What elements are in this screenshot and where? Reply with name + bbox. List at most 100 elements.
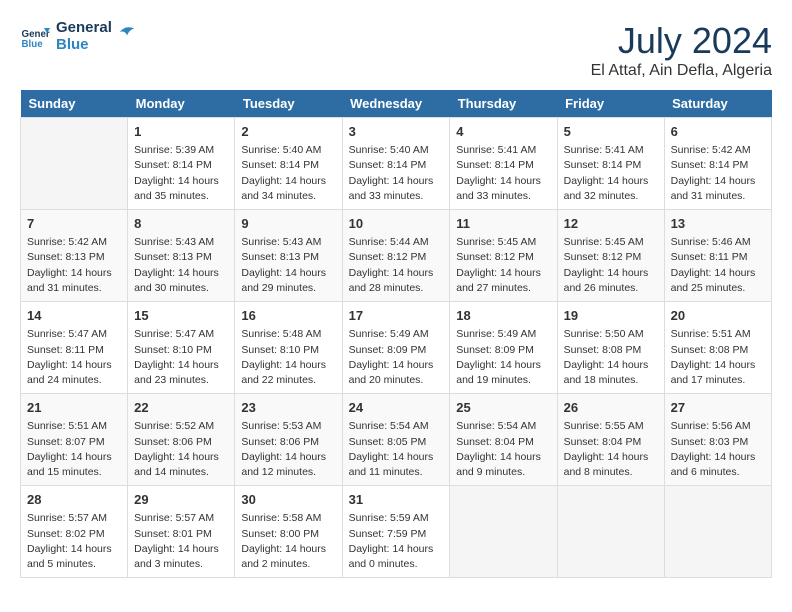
day-info: Sunrise: 5:39 AMSunset: 8:14 PMDaylight:… — [134, 143, 228, 204]
calendar-cell: 9Sunrise: 5:43 AMSunset: 8:13 PMDaylight… — [235, 210, 342, 302]
calendar-cell: 5 Sunrise: 5:41 AMSunset: 8:14 PMDaylight… — [557, 118, 664, 210]
day-number: 29 — [134, 491, 228, 509]
day-number: 25 — [456, 399, 550, 417]
weekday-header-tuesday: Tuesday — [235, 90, 342, 118]
day-info: Sunrise: 5:40 AMSunset: 8:14 PMDaylight:… — [241, 143, 335, 204]
day-info: Sunrise: 5:45 AMSunset: 8:12 PMDaylight:… — [456, 235, 550, 296]
day-info: Sunrise: 5:47 AMSunset: 8:11 PMDaylight:… — [27, 327, 121, 388]
logo-general: General — [56, 20, 112, 37]
logo: General Blue General Blue — [20, 20, 136, 53]
logo-blue: Blue — [56, 37, 112, 54]
day-number: 15 — [134, 307, 228, 325]
day-info: Sunrise: 5:46 AMSunset: 8:11 PMDaylight:… — [671, 235, 765, 296]
day-info: Sunrise: 5:41 AMSunset: 8:14 PMDaylight:… — [456, 143, 550, 204]
month-year-title: July 2024 — [591, 20, 772, 62]
day-info: Sunrise: 5:42 AMSunset: 8:13 PMDaylight:… — [27, 235, 121, 296]
day-info: Sunrise: 5:57 AMSunset: 8:02 PMDaylight:… — [27, 511, 121, 572]
calendar-cell: 16 Sunrise: 5:48 AMSunset: 8:10 PMDayligh… — [235, 302, 342, 394]
week-row-1: 1Sunrise: 5:39 AMSunset: 8:14 PMDaylight… — [21, 118, 772, 210]
calendar-cell: 1Sunrise: 5:39 AMSunset: 8:14 PMDaylight… — [128, 118, 235, 210]
calendar-cell: 10Sunrise: 5:44 AMSunset: 8:12 PMDayligh… — [342, 210, 450, 302]
calendar-cell: 24Sunrise: 5:54 AMSunset: 8:05 PMDayligh… — [342, 394, 450, 486]
weekday-header-saturday: Saturday — [664, 90, 771, 118]
calendar-cell — [21, 118, 128, 210]
day-number: 3 — [349, 123, 444, 141]
calendar-cell: 3 Sunrise: 5:40 AMSunset: 8:14 PMDaylight… — [342, 118, 450, 210]
day-number: 7 — [27, 215, 121, 233]
page-header: General Blue General Blue July 2024 El A… — [20, 20, 772, 80]
svg-text:Blue: Blue — [22, 38, 44, 49]
calendar-cell: 15 Sunrise: 5:47 AMSunset: 8:10 PMDayligh… — [128, 302, 235, 394]
week-row-4: 21 Sunrise: 5:51 AMSunset: 8:07 PMDayligh… — [21, 394, 772, 486]
day-info: Sunrise: 5:47 AMSunset: 8:10 PMDaylight:… — [134, 327, 228, 388]
day-number: 11 — [456, 215, 550, 233]
calendar-cell: 19Sunrise: 5:50 AMSunset: 8:08 PMDayligh… — [557, 302, 664, 394]
calendar-table: SundayMondayTuesdayWednesdayThursdayFrid… — [20, 90, 772, 578]
day-info: Sunrise: 5:49 AMSunset: 8:09 PMDaylight:… — [349, 327, 444, 388]
day-number: 4 — [456, 123, 550, 141]
day-number: 28 — [27, 491, 121, 509]
day-number: 27 — [671, 399, 765, 417]
week-row-5: 28 Sunrise: 5:57 AMSunset: 8:02 PMDayligh… — [21, 486, 772, 578]
location-subtitle: El Attaf, Ain Defla, Algeria — [591, 62, 772, 80]
day-info: Sunrise: 5:56 AMSunset: 8:03 PMDaylight:… — [671, 419, 765, 480]
calendar-cell: 25 Sunrise: 5:54 AMSunset: 8:04 PMDayligh… — [450, 394, 557, 486]
day-number: 12 — [564, 215, 658, 233]
calendar-cell: 28 Sunrise: 5:57 AMSunset: 8:02 PMDayligh… — [21, 486, 128, 578]
day-info: Sunrise: 5:40 AMSunset: 8:14 PMDaylight:… — [349, 143, 444, 204]
calendar-cell — [450, 486, 557, 578]
calendar-cell: 20 Sunrise: 5:51 AMSunset: 8:08 PMDayligh… — [664, 302, 771, 394]
calendar-cell: 13 Sunrise: 5:46 AMSunset: 8:11 PMDayligh… — [664, 210, 771, 302]
calendar-cell: 21 Sunrise: 5:51 AMSunset: 8:07 PMDayligh… — [21, 394, 128, 486]
calendar-cell: 14Sunrise: 5:47 AMSunset: 8:11 PMDayligh… — [21, 302, 128, 394]
calendar-cell: 12Sunrise: 5:45 AMSunset: 8:12 PMDayligh… — [557, 210, 664, 302]
day-info: Sunrise: 5:43 AMSunset: 8:13 PMDaylight:… — [134, 235, 228, 296]
day-info: Sunrise: 5:51 AMSunset: 8:08 PMDaylight:… — [671, 327, 765, 388]
calendar-cell: 8 Sunrise: 5:43 AMSunset: 8:13 PMDaylight… — [128, 210, 235, 302]
calendar-cell: 6Sunrise: 5:42 AMSunset: 8:14 PMDaylight… — [664, 118, 771, 210]
calendar-cell: 18Sunrise: 5:49 AMSunset: 8:09 PMDayligh… — [450, 302, 557, 394]
day-info: Sunrise: 5:43 AMSunset: 8:13 PMDaylight:… — [241, 235, 335, 296]
day-info: Sunrise: 5:58 AMSunset: 8:00 PMDaylight:… — [241, 511, 335, 572]
week-row-3: 14Sunrise: 5:47 AMSunset: 8:11 PMDayligh… — [21, 302, 772, 394]
day-number: 26 — [564, 399, 658, 417]
day-number: 13 — [671, 215, 765, 233]
calendar-cell: 27 Sunrise: 5:56 AMSunset: 8:03 PMDayligh… — [664, 394, 771, 486]
day-number: 31 — [349, 491, 444, 509]
day-info: Sunrise: 5:51 AMSunset: 8:07 PMDaylight:… — [27, 419, 121, 480]
day-number: 2 — [241, 123, 335, 141]
calendar-cell: 23Sunrise: 5:53 AMSunset: 8:06 PMDayligh… — [235, 394, 342, 486]
calendar-cell: 4 Sunrise: 5:41 AMSunset: 8:14 PMDaylight… — [450, 118, 557, 210]
day-info: Sunrise: 5:53 AMSunset: 8:06 PMDaylight:… — [241, 419, 335, 480]
day-info: Sunrise: 5:52 AMSunset: 8:06 PMDaylight:… — [134, 419, 228, 480]
day-info: Sunrise: 5:54 AMSunset: 8:04 PMDaylight:… — [456, 419, 550, 480]
weekday-header-wednesday: Wednesday — [342, 90, 450, 118]
weekday-header-sunday: Sunday — [21, 90, 128, 118]
calendar-cell: 17 Sunrise: 5:49 AMSunset: 8:09 PMDayligh… — [342, 302, 450, 394]
calendar-cell: 2 Sunrise: 5:40 AMSunset: 8:14 PMDaylight… — [235, 118, 342, 210]
title-block: July 2024 El Attaf, Ain Defla, Algeria — [591, 20, 772, 80]
day-number: 20 — [671, 307, 765, 325]
calendar-cell: 26 Sunrise: 5:55 AMSunset: 8:04 PMDayligh… — [557, 394, 664, 486]
day-number: 30 — [241, 491, 335, 509]
logo-bird-icon — [118, 23, 136, 41]
calendar-cell: 11 Sunrise: 5:45 AMSunset: 8:12 PMDayligh… — [450, 210, 557, 302]
day-number: 16 — [241, 307, 335, 325]
weekday-header-thursday: Thursday — [450, 90, 557, 118]
day-info: Sunrise: 5:48 AMSunset: 8:10 PMDaylight:… — [241, 327, 335, 388]
day-info: Sunrise: 5:57 AMSunset: 8:01 PMDaylight:… — [134, 511, 228, 572]
day-number: 8 — [134, 215, 228, 233]
logo-icon: General Blue — [20, 22, 50, 52]
day-info: Sunrise: 5:55 AMSunset: 8:04 PMDaylight:… — [564, 419, 658, 480]
day-info: Sunrise: 5:41 AMSunset: 8:14 PMDaylight:… — [564, 143, 658, 204]
weekday-header-monday: Monday — [128, 90, 235, 118]
day-number: 5 — [564, 123, 658, 141]
day-info: Sunrise: 5:42 AMSunset: 8:14 PMDaylight:… — [671, 143, 765, 204]
day-number: 21 — [27, 399, 121, 417]
calendar-cell: 29 Sunrise: 5:57 AMSunset: 8:01 PMDayligh… — [128, 486, 235, 578]
calendar-cell — [664, 486, 771, 578]
day-number: 18 — [456, 307, 550, 325]
day-number: 17 — [349, 307, 444, 325]
calendar-cell: 7 Sunrise: 5:42 AMSunset: 8:13 PMDaylight… — [21, 210, 128, 302]
weekday-header-friday: Friday — [557, 90, 664, 118]
